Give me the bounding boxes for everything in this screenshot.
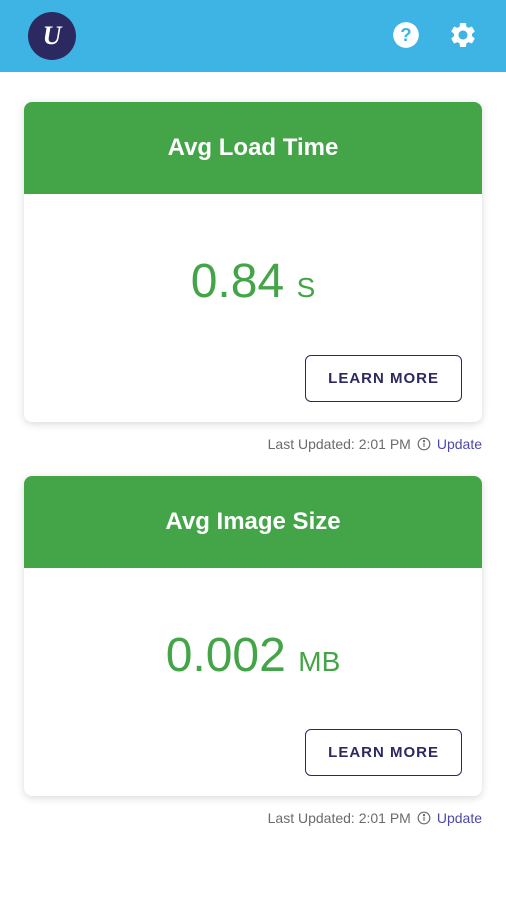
metric-unit: S [297,272,316,303]
metric-value: 0.84 [191,255,284,308]
app-header: U ? [0,0,506,72]
card-title: Avg Image Size [24,476,482,568]
metric-value: 0.002 [166,629,286,682]
last-updated-text: Last Updated: 2:01 PM [268,436,411,452]
update-link[interactable]: Update [437,436,482,452]
learn-more-button[interactable]: LEARN MORE [305,729,462,776]
update-link[interactable]: Update [437,810,482,826]
info-icon [417,811,431,825]
help-button[interactable]: ? [392,21,420,52]
card-meta: Last Updated: 2:01 PM Update [24,808,482,850]
card-meta: Last Updated: 2:01 PM Update [24,434,482,476]
header-actions: ? [392,20,478,53]
last-updated-text: Last Updated: 2:01 PM [268,810,411,826]
info-icon [417,437,431,451]
card-footer: LEARN MORE [24,713,482,796]
card-body: 0.002 MB [24,568,482,713]
card-title: Avg Load Time [24,102,482,194]
metric-unit: MB [298,646,340,677]
gear-icon [448,20,478,53]
card-footer: LEARN MORE [24,339,482,422]
card-body: 0.84 S [24,194,482,339]
logo-text: U [43,21,62,51]
help-icon: ? [392,21,420,52]
learn-more-button[interactable]: LEARN MORE [305,355,462,402]
main-content: Avg Load Time 0.84 S LEARN MORE Last Upd… [0,72,506,850]
app-logo[interactable]: U [28,12,76,60]
svg-text:?: ? [400,23,411,44]
settings-button[interactable] [448,20,478,53]
card-image-size: Avg Image Size 0.002 MB LEARN MORE [24,476,482,796]
card-load-time: Avg Load Time 0.84 S LEARN MORE [24,102,482,422]
